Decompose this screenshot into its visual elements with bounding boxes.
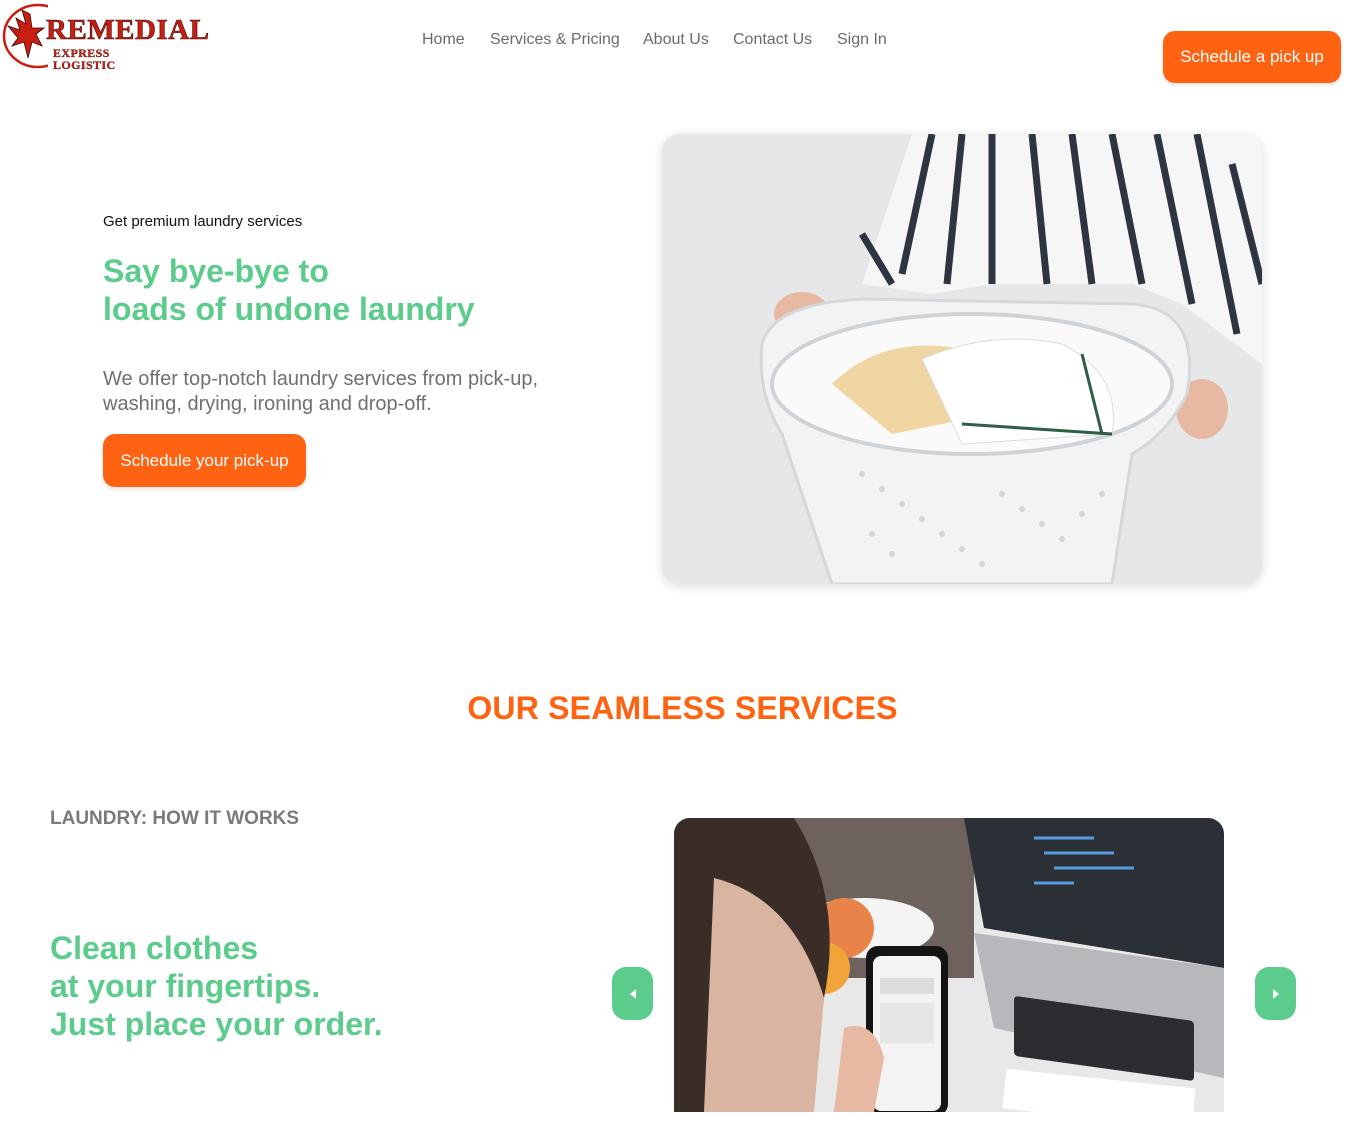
nav-home[interactable]: Home [422, 30, 465, 50]
laundry-basket-photo-icon [662, 134, 1262, 584]
hero-title-line: Say bye-bye to [103, 253, 329, 289]
nav-sign-in[interactable]: Sign In [837, 30, 887, 50]
slide-title-line: Just place your order. [50, 1006, 383, 1042]
nav-about-us[interactable]: About Us [643, 30, 709, 50]
hero-title: Say bye-bye to loads of undone laundry [103, 252, 603, 328]
slide-title-line: Clean clothes [50, 930, 259, 966]
schedule-pickup-header-button[interactable]: Schedule a pick up [1163, 31, 1341, 83]
brand-tagline: EXPRESS LOGISTIC [53, 46, 116, 72]
hero-eyebrow: Get premium laundry services [103, 213, 303, 230]
site-header: REMEDIAL EXPRESS LOGISTIC Home Services … [0, 0, 1365, 100]
hero-title-line: loads of undone laundry [103, 291, 475, 327]
schedule-pickup-hero-button[interactable]: Schedule your pick-up [103, 434, 306, 487]
slide-title-line: at your fingertips. [50, 968, 321, 1004]
phone-order-image [674, 818, 1224, 1112]
main-nav: Home Services & Pricing About Us Contact… [0, 30, 1365, 50]
carousel-prev-button[interactable] [612, 967, 653, 1020]
services-title: OUR SEAMLESS SERVICES [467, 690, 898, 726]
slide-title: Clean clothes at your fingertips. Just p… [50, 929, 550, 1043]
slide-label: LAUNDRY: HOW IT WORKS [50, 808, 300, 829]
nav-contact-us[interactable]: Contact Us [733, 30, 812, 50]
carousel-next-button[interactable] [1255, 967, 1296, 1020]
phone-order-photo-icon [674, 818, 1224, 1112]
nav-services-pricing[interactable]: Services & Pricing [490, 30, 620, 50]
caret-left-icon [629, 988, 636, 999]
laundry-basket-image [662, 134, 1262, 584]
caret-right-icon [1272, 988, 1279, 999]
hero-description: We offer top-notch laundry services from… [103, 368, 538, 415]
